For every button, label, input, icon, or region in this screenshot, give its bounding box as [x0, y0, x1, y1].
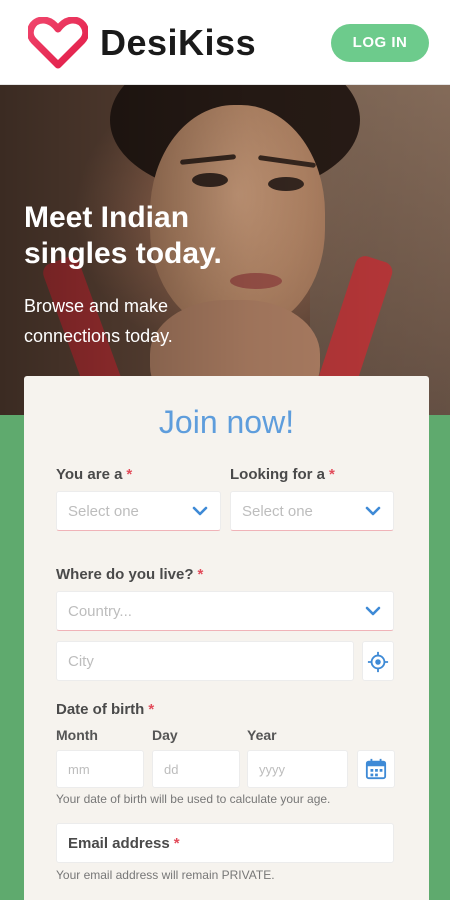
- calendar-button[interactable]: [357, 750, 395, 788]
- calendar-icon: [365, 758, 387, 780]
- dob-year-label: Year: [247, 727, 277, 743]
- hero-title: Meet Indian singles today.: [24, 201, 222, 270]
- looking-for-select[interactable]: Select one: [230, 491, 394, 531]
- dob-day-label: Day: [152, 727, 178, 743]
- login-button[interactable]: LOG IN: [331, 24, 429, 62]
- dob-label: Date of birth *: [56, 701, 155, 718]
- you-are-label: You are a *: [56, 466, 133, 483]
- dob-day-input[interactable]: dd: [152, 750, 240, 788]
- email-help-text: Your email address will remain PRIVATE.: [56, 868, 275, 882]
- location-target-icon: [367, 651, 389, 673]
- country-select[interactable]: Country...: [56, 591, 394, 631]
- email-field[interactable]: Email address *: [56, 823, 394, 863]
- location-label: Where do you live? *: [56, 566, 204, 583]
- you-are-select[interactable]: Select one: [56, 491, 221, 531]
- dob-year-input[interactable]: yyyy: [247, 750, 348, 788]
- city-input[interactable]: City: [56, 641, 354, 681]
- hero-subtitle: Browse and make connections today.: [24, 296, 173, 346]
- brand-name: DesiKiss: [100, 22, 257, 63]
- chevron-down-icon: [192, 506, 208, 516]
- looking-for-label: Looking for a *: [230, 466, 335, 483]
- header: DesiKiss LOG IN: [0, 0, 450, 85]
- locate-me-button[interactable]: [362, 641, 394, 681]
- chevron-down-icon: [365, 606, 381, 616]
- heart-logo-icon[interactable]: [28, 17, 88, 69]
- email-label: Email address *: [68, 835, 180, 852]
- chevron-down-icon: [365, 506, 381, 516]
- form-title: Join now!: [158, 404, 295, 440]
- signup-form: Join now! You are a * Select one Looking …: [24, 376, 429, 900]
- dob-month-input[interactable]: mm: [56, 750, 144, 788]
- dob-help-text: Your date of birth will be used to calcu…: [56, 792, 331, 806]
- dob-month-label: Month: [56, 727, 98, 743]
